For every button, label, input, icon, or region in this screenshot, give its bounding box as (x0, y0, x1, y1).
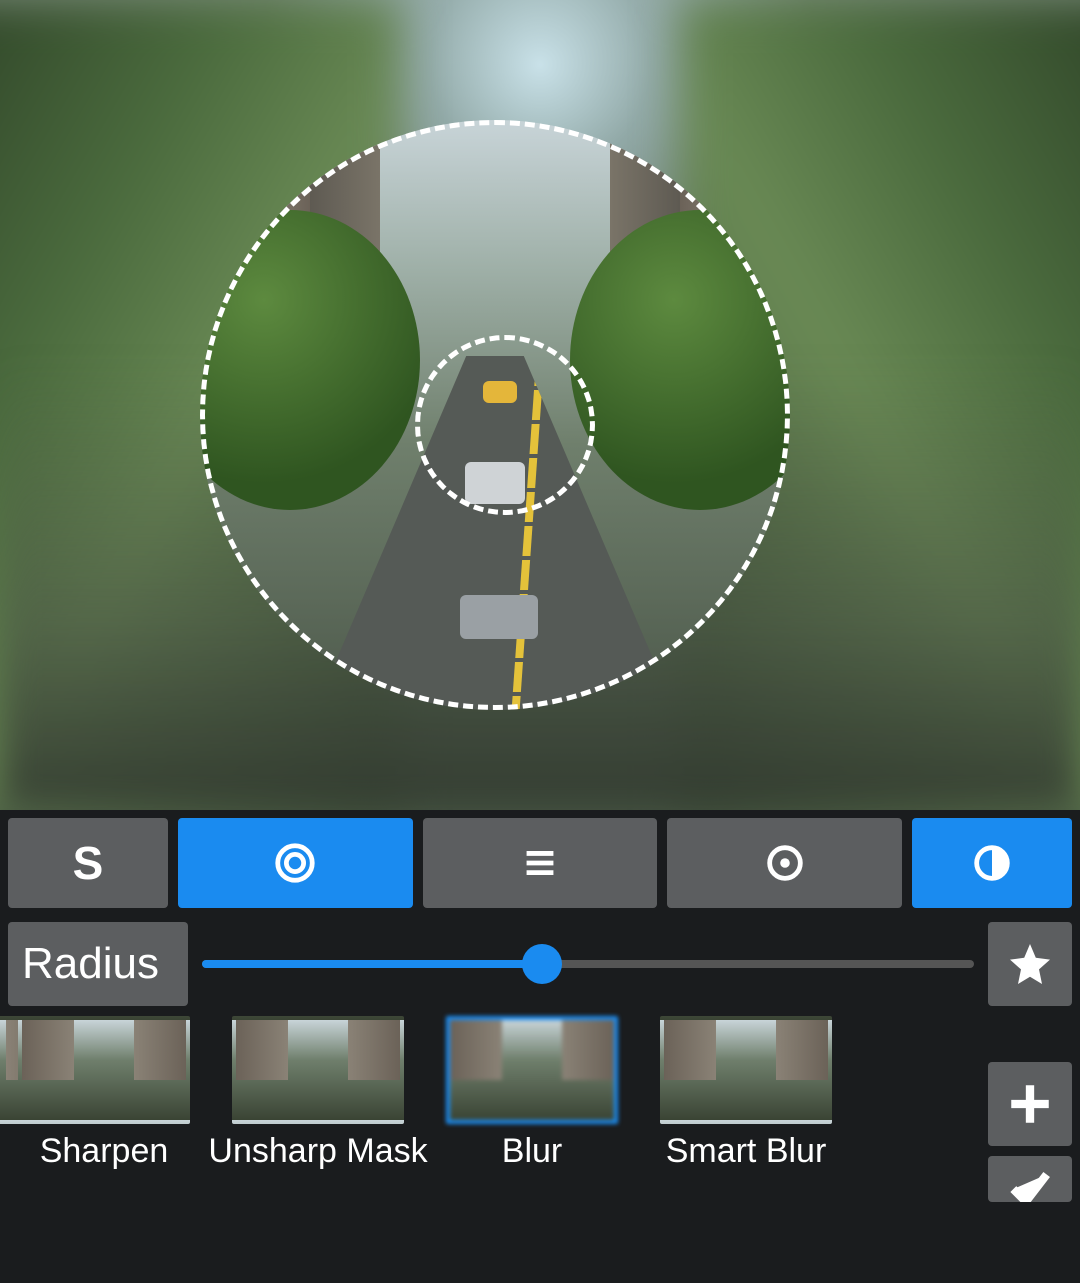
filter-label: Sharpen (40, 1132, 169, 1171)
side-actions (988, 1062, 1072, 1202)
filter-thumb (446, 1016, 618, 1124)
half-circle-icon (969, 840, 1015, 886)
confirm-button[interactable] (988, 1156, 1072, 1202)
image-canvas[interactable] (0, 0, 1080, 810)
favorite-button[interactable] (988, 922, 1072, 1006)
slider-thumb[interactable] (522, 944, 562, 984)
filter-label: Unsharp Mask (208, 1132, 427, 1171)
filter-item-smart-blur[interactable]: Smart Blur (651, 1016, 841, 1171)
filter-thumb (660, 1016, 832, 1124)
filter-item-blur[interactable]: Blur (437, 1016, 627, 1171)
filter-label: Blur (502, 1132, 562, 1171)
dot-circle-icon (762, 840, 808, 886)
mode-s-button[interactable]: S (8, 818, 168, 908)
check-icon (1005, 1162, 1055, 1202)
filter-label: Smart Blur (666, 1132, 827, 1171)
filter-item-sharpen[interactable]: Sharpen (9, 1016, 199, 1171)
focus-area[interactable] (200, 120, 790, 710)
slider-fill (202, 960, 542, 968)
letter-s-icon: S (73, 836, 104, 890)
filter-scroll[interactable]: ise Sharpen Unsharp Mask Blur Smart Blur (0, 1016, 841, 1171)
mode-radial-button[interactable] (178, 818, 413, 908)
filter-thumb (18, 1016, 190, 1124)
lines-icon (517, 840, 563, 886)
mode-linear-button[interactable] (423, 818, 658, 908)
plus-icon (1005, 1079, 1055, 1129)
slider-label: Radius (8, 922, 188, 1006)
add-button[interactable] (988, 1062, 1072, 1146)
filter-item-unsharp-mask[interactable]: Unsharp Mask (223, 1016, 413, 1171)
star-icon (1006, 940, 1054, 988)
filter-thumb (232, 1016, 404, 1124)
mode-bar: S (0, 810, 1080, 916)
target-icon (272, 840, 318, 886)
slider-row: Radius (0, 916, 1080, 1012)
radius-slider[interactable] (202, 960, 974, 968)
filter-row: ise Sharpen Unsharp Mask Blur Smart Blur (0, 1012, 1080, 1202)
controls-panel: S Radius (0, 810, 1080, 1283)
mode-point-button[interactable] (667, 818, 902, 908)
mode-contrast-button[interactable] (912, 818, 1072, 908)
